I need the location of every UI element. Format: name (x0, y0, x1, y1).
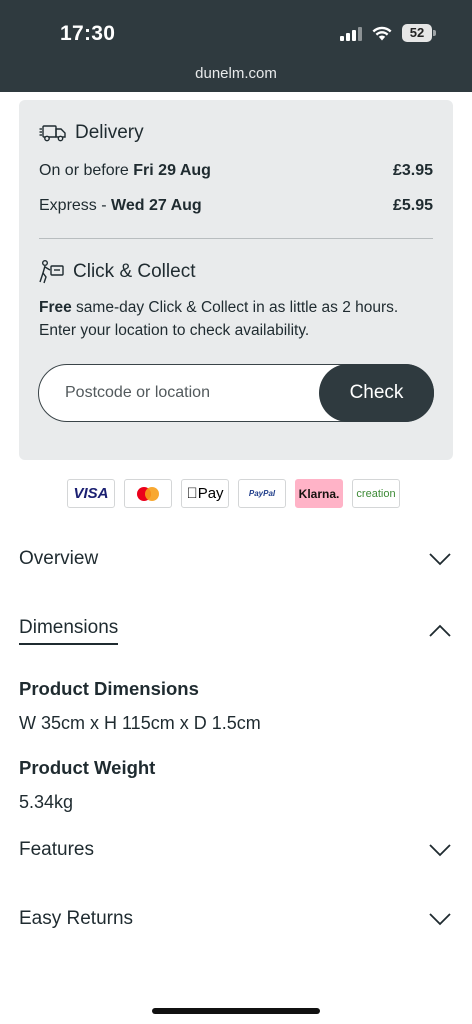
visa-logo: VISA (67, 479, 115, 508)
accordion-overview[interactable]: Overview (19, 548, 452, 570)
product-weight-value: 5.34kg (19, 792, 74, 812)
click-collect-heading: Click & Collect (39, 260, 195, 284)
accordion-easy-returns[interactable]: Easy Returns (19, 908, 452, 930)
standard-delivery-label: On or before Fri 29 Aug (39, 162, 211, 179)
accordion-dimensions[interactable]: Dimensions (19, 617, 452, 645)
status-icons: 52 (340, 24, 436, 42)
postcode-input[interactable] (65, 365, 315, 420)
product-dimensions-value: W 35cm x H 115cm x D 1.5cm (19, 713, 261, 733)
battery-icon: 52 (402, 24, 436, 42)
express-delivery-row: Express - Wed 27 Aug £5.95 (39, 197, 433, 215)
easy-returns-label: Easy Returns (19, 908, 134, 929)
click-collect-person-icon (39, 260, 64, 284)
apple-pay-logo: Pay (181, 479, 229, 508)
klarna-logo: Klarna. (295, 479, 343, 508)
check-button[interactable]: Check (319, 364, 434, 422)
payment-methods: VISA Pay PayPal Klarna. creation (67, 479, 400, 508)
overview-label: Overview (19, 548, 99, 569)
chevron-down-icon (429, 844, 451, 857)
accordion-features[interactable]: Features (19, 839, 452, 861)
wifi-icon (372, 26, 392, 40)
product-dimensions-label: Product Dimensions (19, 678, 199, 699)
express-delivery-label: Express - Wed 27 Aug (39, 197, 202, 214)
dimensions-label: Dimensions (19, 617, 119, 645)
cellular-signal-icon (340, 25, 362, 41)
standard-delivery-price: £3.95 (392, 162, 433, 179)
click-collect-title: Click & Collect (73, 261, 196, 282)
home-indicator[interactable] (152, 1008, 320, 1014)
delivery-truck-icon (39, 125, 66, 142)
paypal-logo: PayPal (238, 479, 286, 508)
standard-delivery-row: On or before Fri 29 Aug £3.95 (39, 162, 433, 180)
url-bar[interactable]: dunelm.com (0, 65, 472, 82)
creation-logo: creation (352, 479, 400, 508)
features-label: Features (19, 839, 94, 860)
chevron-down-icon (429, 913, 451, 926)
delivery-card: Delivery On or before Fri 29 Aug £3.95 E… (19, 100, 453, 460)
divider (39, 238, 433, 239)
status-time: 17:30 (60, 22, 116, 45)
click-collect-description: Free same-day Click & Collect in as litt… (39, 299, 399, 339)
delivery-heading: Delivery (39, 122, 144, 144)
browser-header: 17:30 52 dunelm.com (0, 0, 472, 92)
express-delivery-price: £5.95 (392, 197, 433, 214)
postcode-form: Check (38, 364, 434, 422)
mastercard-logo (124, 479, 172, 508)
chevron-up-icon (429, 624, 451, 637)
delivery-title: Delivery (75, 122, 144, 143)
chevron-down-icon (429, 553, 451, 566)
apple-icon:  (186, 485, 197, 502)
product-weight-label: Product Weight (19, 757, 156, 778)
